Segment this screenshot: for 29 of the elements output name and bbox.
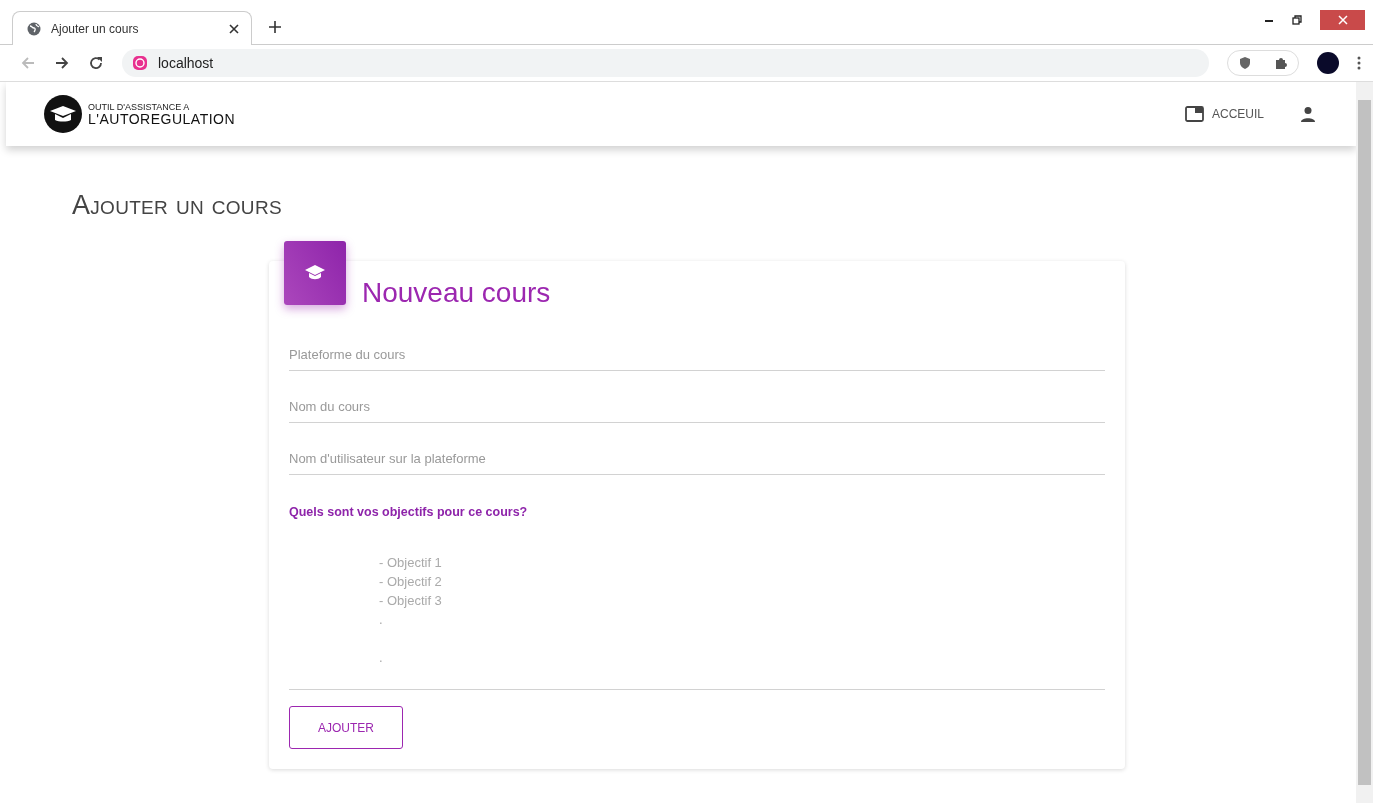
page-title: Ajouter un cours [72, 190, 283, 221]
address-bar[interactable]: localhost [122, 49, 1209, 77]
input-field[interactable]: Nom du cours [289, 399, 1105, 423]
globe-icon [27, 21, 41, 36]
site-icon [132, 55, 148, 71]
restore-icon[interactable] [1292, 15, 1302, 25]
user-icon[interactable] [1300, 106, 1316, 122]
profile-avatar[interactable] [1317, 52, 1339, 74]
objectives-label: Quels sont vos objectifs pour ce cours? [289, 505, 529, 519]
logo-title: L'AUTOREGULATION [88, 111, 236, 126]
new-tab-icon[interactable] [268, 20, 282, 34]
window-icon [1185, 106, 1204, 122]
forward-icon[interactable] [54, 55, 70, 71]
card-title: Nouveau cours [362, 277, 551, 309]
puzzle-icon[interactable] [1274, 56, 1288, 70]
input-field[interactable]: Nom d'utilisateur sur la plateforme [289, 451, 1105, 475]
graduation-cap-badge [284, 241, 346, 305]
graduation-cap-icon [44, 95, 82, 133]
logo-subtitle: OUTIL D'ASSISTANCE A [88, 102, 191, 112]
menu-icon[interactable] [1357, 56, 1361, 70]
add-button[interactable]: AJOUTER [289, 706, 403, 749]
close-icon[interactable] [229, 23, 239, 34]
browser-tab[interactable]: Ajouter un cours [12, 11, 252, 45]
shield-icon[interactable] [1238, 56, 1252, 70]
home-link[interactable]: ACCEUIL [1185, 106, 1264, 122]
scrollbar[interactable] [1356, 82, 1373, 803]
input-field[interactable]: Plateforme du cours [289, 347, 1105, 371]
close-icon [1337, 15, 1348, 25]
reload-icon[interactable] [88, 55, 104, 71]
